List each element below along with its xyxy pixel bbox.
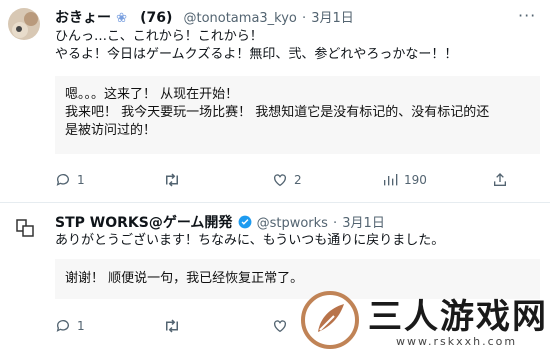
tweet1-header: おきょー ❀ (76) @tonotama3_kyo · 3月1日 [55, 7, 354, 27]
translation-line: 我来吧！ 我今天要玩一场比赛！ 我想知道它是没有标记的、没有标记的还 [65, 105, 490, 120]
repost-icon [166, 319, 178, 333]
reply-icon [56, 174, 69, 186]
display-name[interactable]: STP WORKS@ゲーム開発 [55, 215, 232, 231]
tweet2-header: STP WORKS@ゲーム開発 @stpworks · 3月1日 [55, 212, 385, 232]
watermark-url: www.rskxxh.com [396, 335, 518, 348]
avatar-stpworks[interactable] [16, 218, 36, 238]
like-button[interactable]: 2 [272, 172, 302, 188]
repost-button[interactable] [163, 172, 187, 188]
avatar-okyo[interactable] [8, 8, 40, 40]
translation-box: 嗯。。。这来了！ 从现在开始！ 我来吧！ 我今天要玩一场比赛！ 我想知道它是没有… [55, 76, 540, 154]
views-icon [384, 174, 398, 186]
views-button[interactable]: 190 [382, 172, 427, 188]
tweet-text-line: ひんっ…こ、これから！これから！ [55, 29, 263, 44]
translation-line: 是被访问过的！ [65, 123, 157, 138]
stpworks-logo [16, 219, 34, 237]
reply-icon [56, 320, 69, 332]
separator-dot: · [301, 11, 307, 26]
reply-count: 1 [77, 173, 85, 187]
more-icon[interactable]: ··· [518, 6, 536, 25]
tweet2-body: ありがとうございます！ちなみに、もういつも通りに戻りました。 [55, 232, 444, 250]
like-icon [274, 320, 286, 333]
share-button[interactable] [492, 172, 508, 188]
like-button[interactable] [272, 318, 288, 334]
watermark-logo-icon [301, 291, 359, 349]
reply-count: 1 [77, 319, 85, 333]
translation-line: 嗯。。。这来了！ 从现在开始！ [65, 87, 239, 102]
like-icon [274, 174, 286, 187]
handle[interactable]: @tonotama3_kyo [183, 11, 296, 26]
verified-icon [238, 215, 251, 229]
separator-dot: · [333, 216, 338, 231]
reply-button[interactable]: 1 [55, 318, 85, 334]
tweet-divider [0, 202, 550, 203]
watermark-title: 三人游戏网 [368, 297, 548, 337]
reply-button[interactable]: 1 [55, 172, 85, 188]
tweet-date[interactable]: 3月1日 [342, 216, 385, 231]
share-icon [494, 173, 506, 186]
like-count: 2 [294, 173, 302, 187]
site-watermark: 三人游戏网 www.rskxxh.com [300, 285, 550, 355]
tweet-text-line: ありがとうございます！ちなみに、もういつも通りに戻りました。 [55, 233, 445, 248]
repost-icon [166, 173, 178, 187]
tweet-date[interactable]: 3月1日 [311, 11, 354, 26]
tweet-text-line: やるよ！今日はゲームクズるよ！無印、弐、参どれやろっかなー！！ [55, 47, 458, 62]
tulip-emoji: ❀ [116, 11, 127, 26]
views-count: 190 [404, 173, 427, 187]
display-name[interactable]: おきょー [55, 10, 111, 26]
handle[interactable]: @stpworks [257, 216, 328, 231]
count-label: (76) [140, 10, 173, 26]
repost-button[interactable] [163, 318, 181, 334]
tweet1-body: ひんっ…こ、これから！これから！ やるよ！今日はゲームクズるよ！無印、弐、参どれ… [55, 28, 457, 64]
